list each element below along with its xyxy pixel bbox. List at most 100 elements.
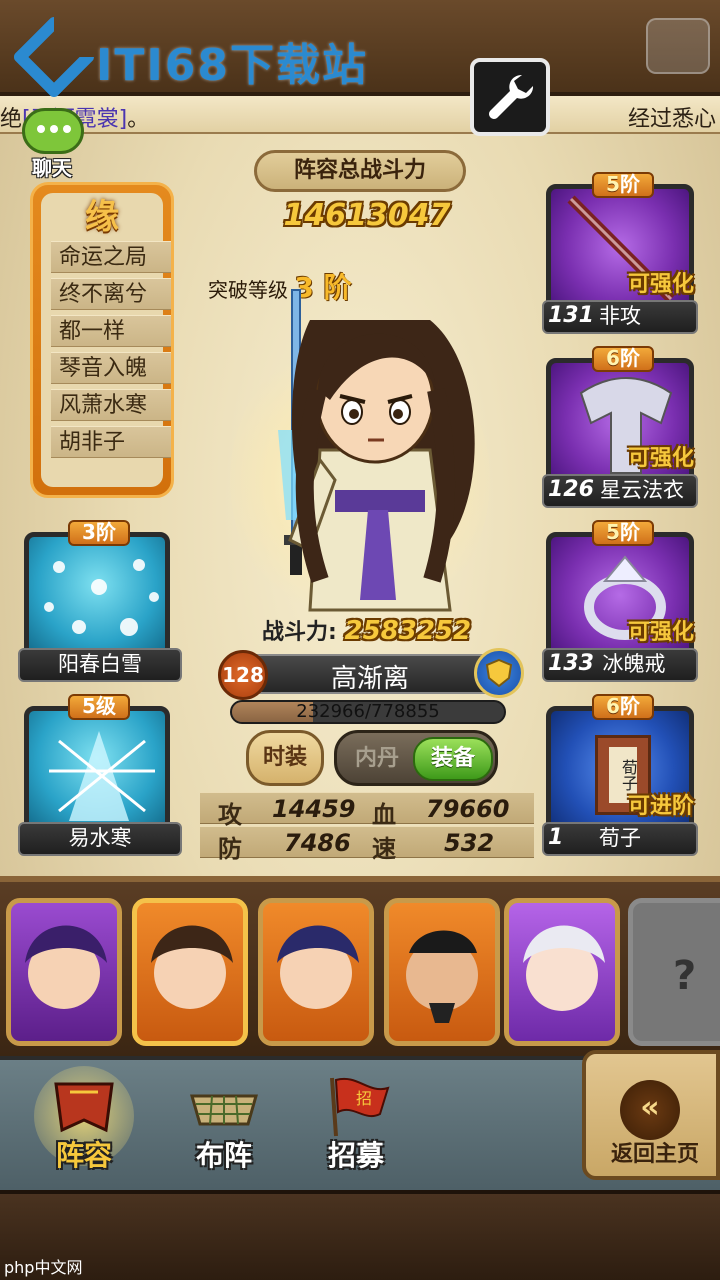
watermark-logo-icon — [11, 14, 97, 101]
equip-rank-badge: 6阶 — [592, 346, 654, 372]
equip-label: 1 荀子 — [542, 822, 698, 856]
equip-rank-unit: 阶 — [619, 694, 640, 718]
nav-lineup[interactable]: 阵容 — [24, 1066, 144, 1186]
stat-atk-label: 攻 — [218, 801, 242, 829]
skill-level-unit: 级 — [95, 694, 116, 718]
roster-hero-3[interactable] — [258, 898, 374, 1046]
hero-portrait-icon — [151, 925, 233, 1009]
hero-portrait-icon — [406, 930, 478, 1023]
equip-rank-num: 6 — [606, 694, 620, 718]
equip-status: 可强化 — [627, 446, 694, 471]
stat-atk-value: 14459 — [272, 795, 356, 823]
fate-item[interactable]: 风萧水寒 — [51, 389, 171, 421]
ticker-suffix: 。 — [127, 107, 150, 132]
php-watermark: php中文网 — [4, 1258, 83, 1277]
footer-frame — [0, 1190, 720, 1280]
return-home-label: 返回主页 — [610, 1142, 699, 1167]
skill-level-num: 5 — [82, 694, 96, 718]
equip-name: 荀子 — [599, 826, 641, 850]
board-icon — [190, 1094, 258, 1126]
equip-rank-badge: 5阶 — [592, 172, 654, 198]
ticker-right-text: 经过悉心 — [627, 107, 716, 132]
equip-status: 可进阶 — [627, 794, 694, 819]
hero-power-value: 2583252 — [344, 616, 472, 646]
equip-rank-unit: 阶 — [619, 346, 640, 370]
nav-formation-label: 布阵 — [195, 1139, 252, 1172]
tab-neidan[interactable]: 内丹 — [345, 737, 409, 781]
skill-card-yangchun[interactable]: 3阶 阳春白雪 — [18, 520, 182, 682]
equip-card-ring[interactable]: 5阶 可强化 133 冰魄戒 — [542, 520, 698, 682]
roster-hero-1[interactable] — [6, 898, 122, 1046]
lineup-power-value: 14613047 — [283, 198, 451, 233]
roster-locked-slot[interactable]: ? — [628, 898, 720, 1046]
stat-spd-label: 速 — [372, 835, 396, 863]
game-screen: 绝[天河霓裳]。 经过悉心 ITI68下载站 聊天 缘 命运之局 终不离兮 都一… — [0, 0, 720, 1280]
flag-char: 招 — [356, 1089, 372, 1108]
tab-equip[interactable]: 装备 — [413, 737, 493, 781]
hero-portrait-icon — [25, 925, 107, 1009]
nav-lineup-label: 阵容 — [55, 1139, 112, 1172]
fate-item[interactable]: 都一样 — [51, 315, 171, 347]
chat-button[interactable]: 聊天 — [4, 108, 94, 180]
roster-hero-2[interactable] — [132, 898, 248, 1046]
skill-rank-badge: 3阶 — [68, 520, 130, 546]
equip-name: 星云法衣 — [600, 478, 684, 502]
armor-icon — [54, 1082, 114, 1133]
skill-level-badge: 5级 — [68, 694, 130, 720]
equip-card-book[interactable]: 6阶 荀子 可进阶 1 荀子 — [542, 694, 698, 856]
wrench-icon — [489, 74, 534, 119]
equip-name: 非攻 — [599, 304, 641, 328]
double-chevron-left-icon: « — [620, 1080, 680, 1140]
lineup-power-title: 阵容总战斗力 — [254, 150, 466, 192]
system-menu-button[interactable] — [646, 18, 710, 74]
site-watermark: ITI68下载站 — [11, 14, 368, 106]
fate-title: 缘 — [85, 197, 119, 237]
fate-item[interactable]: 琴音入魄 — [51, 352, 171, 384]
chat-label: 聊天 — [32, 156, 72, 180]
equip-rank-badge: 6阶 — [592, 694, 654, 720]
fate-item[interactable]: 终不离兮 — [51, 278, 171, 310]
equip-status: 可强化 — [627, 620, 694, 645]
equip-label: 131 非攻 — [542, 300, 698, 334]
equip-card-weapon[interactable]: 5阶 可强化 131 非攻 — [542, 172, 698, 334]
roster-hero-4[interactable] — [384, 898, 500, 1046]
stat-def-value: 7486 — [284, 829, 351, 857]
roster-hero-5[interactable] — [504, 898, 620, 1046]
equip-name: 冰魄戒 — [602, 652, 666, 676]
locked-question-icon: ? — [673, 953, 697, 999]
skill-name: 阳春白雪 — [18, 648, 182, 682]
hero-portrait[interactable] — [200, 280, 520, 640]
hero-name: 高渐离 — [330, 664, 409, 694]
return-home-button[interactable]: « 返回主页 — [582, 1050, 720, 1180]
nav-formation[interactable]: 布阵 — [164, 1066, 284, 1186]
hero-power: 战斗力: 2583252 — [262, 614, 471, 646]
equip-rank-num: 5 — [606, 172, 620, 196]
stat-row-attack-hp: 攻 14459 血 79660 — [200, 792, 534, 829]
camp-shield-icon[interactable] — [474, 648, 524, 698]
ice-crystal-skill-icon — [24, 706, 170, 834]
stat-row-defense-speed: 防 7486 速 532 — [200, 826, 534, 863]
stat-hp-label: 血 — [372, 801, 396, 829]
equip-rank-unit: 阶 — [619, 172, 640, 196]
stat-spd-value: 532 — [444, 829, 495, 857]
equip-card-armor[interactable]: 6阶 可强化 126 星云法衣 — [542, 346, 698, 508]
equip-status: 可强化 — [627, 272, 694, 297]
exp-text: 232966/778855 — [296, 701, 440, 722]
settings-button[interactable] — [470, 58, 550, 136]
nav-recruit[interactable]: 招 招募 — [296, 1066, 416, 1186]
fate-item[interactable]: 胡非子 — [51, 426, 171, 458]
skill-card-yishuihan[interactable]: 5级 易水寒 — [18, 694, 182, 856]
stat-hp-value: 79660 — [426, 795, 510, 823]
tab-fashion[interactable]: 时装 — [246, 730, 324, 786]
fate-item[interactable]: 命运之局 — [51, 241, 171, 273]
stat-def-label: 防 — [218, 835, 242, 863]
snow-skill-icon — [24, 532, 170, 660]
equip-rank-num: 5 — [606, 520, 620, 544]
tab-group: 内丹 装备 — [334, 730, 498, 786]
hero-tabs: 时装 内丹 装备 — [246, 730, 498, 786]
hero-portrait-icon — [523, 925, 605, 1011]
nav-recruit-label: 招募 — [327, 1139, 384, 1172]
hero-level: 128 — [218, 650, 268, 700]
shield-icon — [485, 658, 513, 688]
flag-icon: 招 — [330, 1077, 390, 1137]
